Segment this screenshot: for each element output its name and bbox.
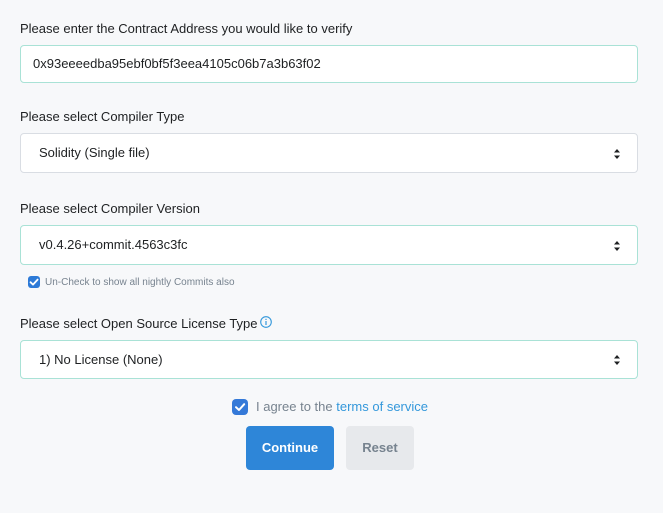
compiler-version-select[interactable]: v0.4.26+commit.4563c3fc — [20, 225, 638, 265]
chevron-up-down-icon — [614, 241, 620, 251]
continue-button[interactable]: Continue — [246, 426, 334, 470]
compiler-version-selected: v0.4.26+commit.4563c3fc — [39, 237, 188, 252]
contract-address-label: Please enter the Contract Address you wo… — [20, 21, 353, 36]
chevron-up-down-icon — [614, 149, 620, 159]
compiler-type-select[interactable]: Solidity (Single file) — [20, 133, 638, 173]
license-type-select[interactable]: 1) No License (None) — [20, 340, 638, 379]
check-icon — [235, 403, 246, 411]
contract-address-value: 0x93eeeedba95ebf0bf5f3eea4105c06b7a3b63f… — [33, 56, 321, 71]
terms-agree-checkbox[interactable] — [232, 399, 248, 415]
compiler-type-selected: Solidity (Single file) — [39, 145, 150, 160]
terms-of-service-link[interactable]: terms of service — [336, 399, 428, 414]
license-type-label: Please select Open Source License Type — [20, 316, 258, 331]
compiler-type-label: Please select Compiler Type — [20, 109, 185, 124]
compiler-version-label: Please select Compiler Version — [20, 201, 200, 216]
terms-agree-prefix: I agree to the — [256, 399, 333, 414]
check-icon — [29, 278, 39, 286]
terms-agree-label: I agree to the terms of service — [256, 399, 428, 415]
nightly-commits-label: Un-Check to show all nightly Commits als… — [45, 277, 235, 288]
reset-button[interactable]: Reset — [346, 426, 414, 470]
info-circle-icon[interactable] — [260, 316, 272, 328]
license-type-selected: 1) No License (None) — [39, 352, 163, 367]
nightly-commits-checkbox[interactable] — [28, 276, 40, 288]
chevron-up-down-icon — [614, 355, 620, 365]
contract-address-input[interactable]: 0x93eeeedba95ebf0bf5f3eea4105c06b7a3b63f… — [20, 45, 638, 83]
